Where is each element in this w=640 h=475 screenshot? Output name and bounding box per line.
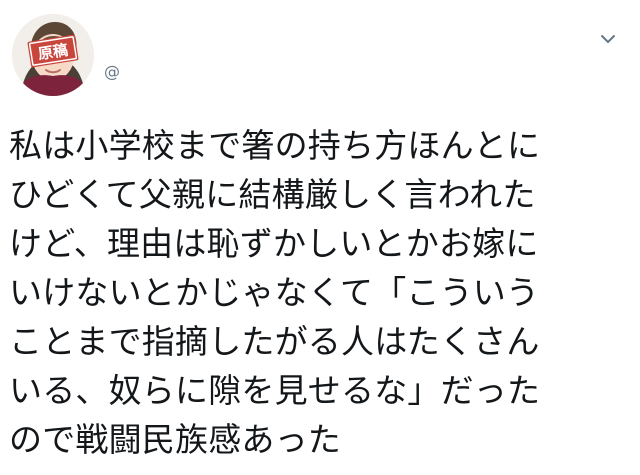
username-handle[interactable]: @ — [104, 62, 120, 82]
tweet-text-line: 私は小学校まで箸の持ち方ほんとに — [9, 126, 541, 165]
tweet-text-line: ひどくて父親に結構厳しく言われた — [9, 175, 536, 214]
tweet-text-line: けど、理由は恥ずかしいとかお嫁に — [9, 224, 539, 263]
avatar[interactable]: 原稿 — [12, 14, 94, 96]
tweet-text-line: いけないとかじゃなくて「こういう — [9, 273, 540, 312]
tweet-text-line: ので戦闘民族感あった — [9, 420, 341, 459]
tweet-text-line: ことまで指摘したがる人はたくさん — [9, 322, 540, 361]
chevron-down-icon — [601, 35, 615, 43]
tweet-text-line: いる、奴らに隙を見せるな」だった — [9, 371, 541, 410]
tweet-text: 私は小学校まで箸の持ち方ほんとに ひどくて父親に結構厳しく言われた けど、理由は… — [9, 121, 631, 464]
tweet-menu-button[interactable] — [597, 28, 619, 50]
tweet-card: 原稿 @ 私は小学校まで箸の持ち方ほんとに ひどくて父親に結構厳しく言われた け… — [0, 0, 640, 475]
